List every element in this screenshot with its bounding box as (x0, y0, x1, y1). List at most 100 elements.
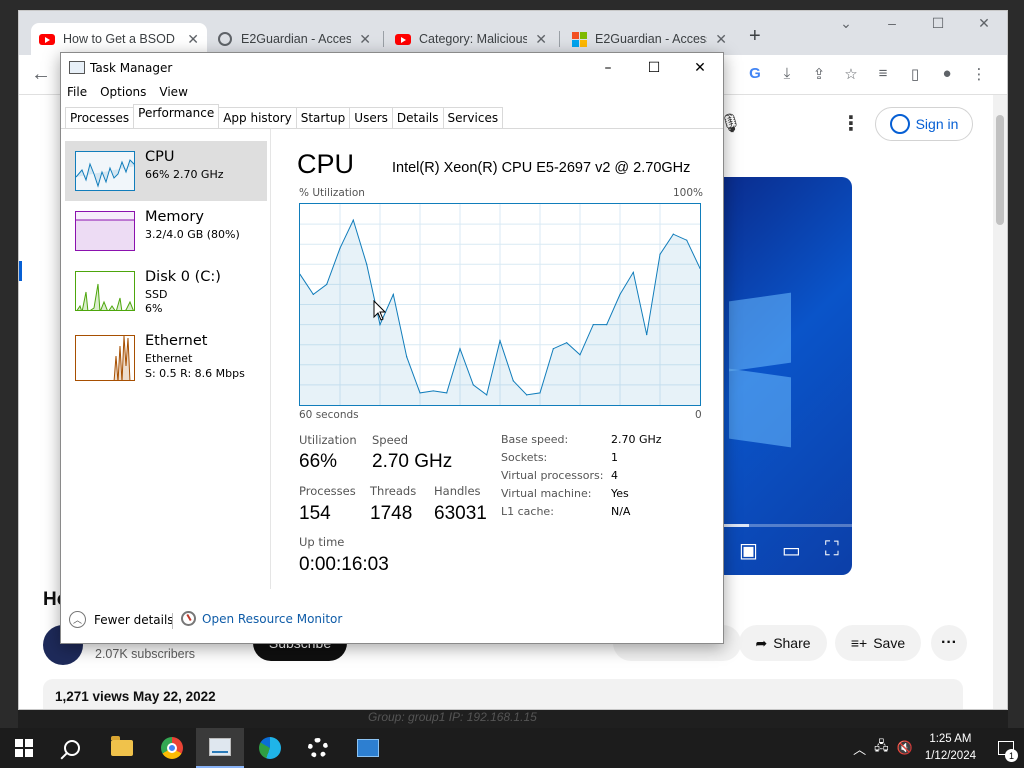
video-player[interactable]: ▣ ▭ ⛶ (709, 177, 852, 575)
cpu-model: Intel(R) Xeon(R) CPU E5-2697 v2 @ 2.70GH… (392, 160, 691, 176)
microsoft-icon (571, 31, 587, 47)
tab-app-history[interactable]: App history (218, 107, 297, 128)
tab-services[interactable]: Services (442, 107, 504, 128)
search-button[interactable] (48, 728, 96, 768)
close-tab-icon[interactable]: ✕ (359, 31, 371, 48)
resource-ethernet[interactable]: Ethernet Ethernet S: 0.5 R: 8.6 Mbps (65, 327, 267, 391)
browser-tab-e2guardian-2[interactable]: E2Guardian - Access ✕ (563, 23, 735, 55)
toolbar-icons: G ⤓ ⇪ ☆ ≡ ▯ ● ⋮ (741, 65, 993, 83)
resource-cpu[interactable]: CPU 66% 2.70 GHz (65, 141, 267, 201)
tab-processes[interactable]: Processes (65, 107, 135, 128)
sign-in-button[interactable]: Sign in (875, 107, 973, 141)
resource-disk[interactable]: Disk 0 (C:) SSD 6% (65, 261, 267, 321)
cpu-data-point (512, 380, 514, 382)
handles-label: Handles (434, 484, 481, 498)
tab-startup[interactable]: Startup (295, 107, 351, 128)
sockets-value: 1 (611, 451, 618, 464)
speed-label: Speed (372, 433, 409, 447)
miniplayer-icon[interactable]: ▣ (739, 538, 758, 563)
start-button[interactable] (0, 728, 48, 768)
maximize-icon[interactable]: ☐ (915, 15, 961, 32)
time-axis-zero: 0 (695, 409, 702, 421)
cpu-data-point (672, 233, 674, 235)
more-options-icon[interactable]: ⋮ (841, 111, 861, 136)
resource-monitor-icon (181, 611, 196, 626)
taskbar-settings[interactable] (294, 728, 342, 768)
utilization-value: 66% (299, 451, 338, 472)
close-tab-icon[interactable]: ✕ (535, 31, 547, 48)
close-icon[interactable]: ✕ (961, 15, 1007, 32)
open-resource-monitor-link[interactable]: Open Resource Monitor (181, 611, 342, 626)
menu-dots-icon[interactable]: ⋮ (965, 65, 993, 83)
minimize-button[interactable]: – (585, 53, 631, 83)
taskbar-file-explorer[interactable] (98, 728, 146, 768)
more-actions-button[interactable]: ··· (931, 625, 967, 661)
share-page-icon[interactable]: ⇪ (805, 65, 833, 83)
close-tab-icon[interactable]: ✕ (715, 31, 727, 48)
fullscreen-icon[interactable]: ⛶ (825, 538, 839, 563)
theater-mode-icon[interactable]: ▭ (782, 538, 801, 563)
taskbar-chrome[interactable] (148, 728, 196, 768)
tab-search-icon[interactable]: ⌄ (823, 15, 869, 32)
volume-muted-icon[interactable]: 🔇 (897, 740, 913, 756)
sidebar-active-marker (19, 261, 22, 281)
tab-performance[interactable]: Performance (133, 104, 220, 128)
speed-value: 2.70 GHz (372, 451, 453, 472)
bookmark-star-icon[interactable]: ☆ (837, 65, 865, 83)
browser-tab-e2guardian-1[interactable]: E2Guardian - Access ✕ (209, 23, 379, 55)
taskbar-task-manager[interactable] (196, 728, 244, 768)
virtual-machine-value: Yes (611, 487, 629, 500)
cpu-data-point (526, 394, 528, 396)
back-arrow-icon[interactable]: ← (31, 63, 51, 86)
install-app-icon[interactable]: ⤓ (773, 65, 801, 83)
resource-detail: 66% 2.70 GHz (145, 168, 224, 181)
menu-file[interactable]: File (67, 85, 87, 99)
share-button[interactable]: ➦ Share (739, 625, 827, 661)
base-speed-value: 2.70 GHz (611, 433, 662, 446)
virtual-processors-label: Virtual processors: (501, 469, 604, 482)
video-description[interactable]: 1,271 views May 22, 2022 (43, 679, 963, 709)
title-bar[interactable]: Task Manager – ☐ ✕ (61, 53, 723, 83)
save-button[interactable]: ≡+ Save (835, 625, 921, 661)
close-button[interactable]: ✕ (677, 53, 723, 83)
tab-users[interactable]: Users (349, 107, 393, 128)
close-tab-icon[interactable]: ✕ (187, 31, 199, 48)
maximize-button[interactable]: ☐ (631, 53, 677, 83)
menu-options[interactable]: Options (100, 85, 146, 99)
resource-name: Disk 0 (C:) (145, 269, 221, 285)
memory-mini-graph (75, 211, 135, 251)
search-icon (64, 740, 80, 756)
task-manager-window: Task Manager – ☐ ✕ File Options View Pro… (60, 52, 724, 644)
vm-overlay-strip: Group: group1 IP: 192.168.1.15 (18, 710, 1008, 728)
page-scrollbar[interactable] (993, 95, 1007, 709)
menu-view[interactable]: View (159, 85, 187, 99)
browser-tab-title: E2Guardian - Access (241, 32, 352, 46)
cpu-data-point (419, 392, 421, 394)
resource-memory[interactable]: Memory 3.2/4.0 GB (80%) (65, 201, 267, 261)
network-icon[interactable]: 🖧 (874, 737, 889, 759)
utilization-axis-label: % Utilization (299, 187, 365, 199)
threads-value: 1748 (370, 503, 413, 524)
minimize-icon[interactable]: – (869, 15, 915, 32)
media-queue-icon[interactable]: ≡ (869, 65, 897, 83)
uptime-value: 0:00:16:03 (299, 554, 389, 575)
profile-icon[interactable]: ● (933, 65, 961, 83)
taskbar-edge[interactable] (246, 728, 294, 768)
fewer-details-button[interactable]: ︿ Fewer details (69, 611, 174, 628)
cpu-data-point (312, 293, 314, 296)
browser-tab-malicious[interactable]: Category: Malicious ✕ (387, 23, 555, 55)
video-progress-bar[interactable] (709, 524, 852, 527)
notification-center-button[interactable]: 1 (988, 728, 1024, 768)
gear-icon (308, 738, 328, 758)
new-tab-button[interactable]: + (749, 25, 761, 48)
tab-details[interactable]: Details (391, 107, 444, 128)
cpu-data-point (579, 354, 581, 356)
side-panel-icon[interactable]: ▯ (901, 65, 929, 83)
google-lens-icon[interactable]: G (741, 65, 769, 83)
cpu-data-point (592, 324, 594, 326)
clock[interactable]: 1:25 AM 1/12/2024 (925, 731, 976, 765)
chevron-up-icon[interactable]: ︿ (853, 739, 866, 758)
resource-name: Ethernet (145, 333, 208, 349)
taskbar-app[interactable] (344, 728, 392, 768)
browser-tab-bsod[interactable]: How to Get a BSOD ✕ (31, 23, 207, 55)
